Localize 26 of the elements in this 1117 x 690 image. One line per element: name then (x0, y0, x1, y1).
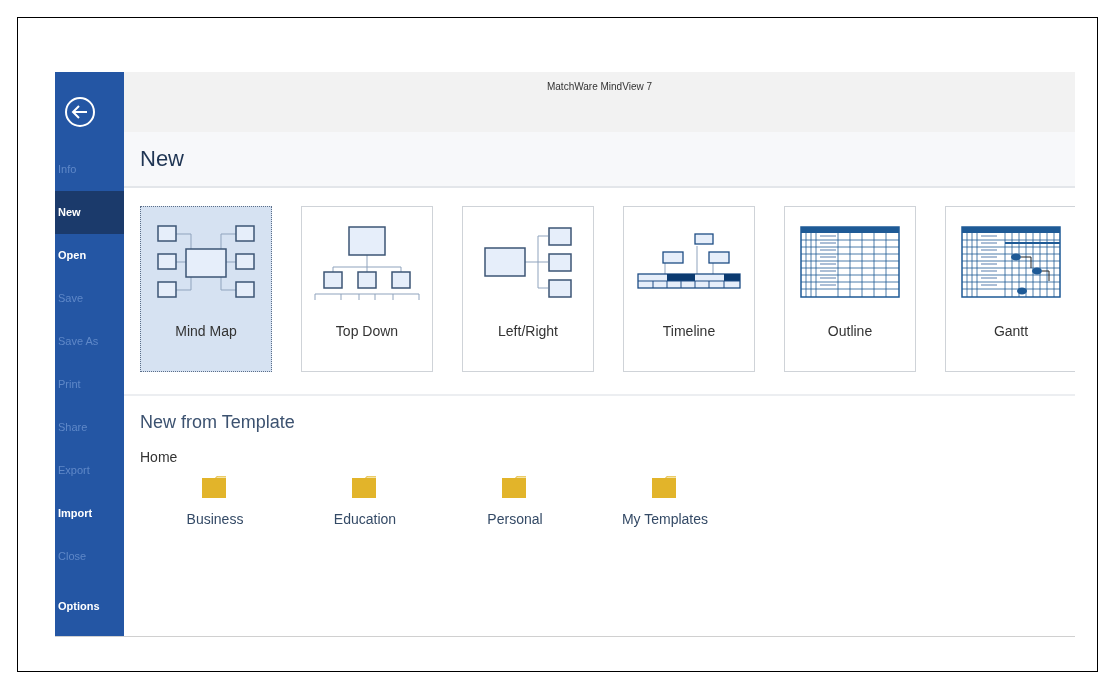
view-card[interactable]: Outline (784, 206, 916, 372)
folder-icon (651, 475, 677, 499)
breadcrumb: Home (140, 449, 179, 465)
view-card[interactable]: Timeline (623, 206, 755, 372)
folder-icon (501, 475, 527, 499)
view-card[interactable]: Mind Map (140, 206, 272, 372)
gantt-chart-icon (961, 226, 1061, 298)
timeline-icon (637, 232, 741, 292)
view-card[interactable]: Left/Right (462, 206, 594, 372)
folder-icon (201, 475, 227, 499)
template-folder[interactable]: Business (140, 475, 290, 527)
sidebar-item[interactable]: New (55, 191, 124, 234)
template-folder[interactable]: My Templates (590, 475, 740, 527)
back-icon[interactable] (64, 96, 96, 128)
sidebar-item[interactable]: Open (55, 234, 124, 277)
sidebar-item[interactable]: Options (55, 585, 124, 628)
section-title: New from Template (140, 412, 296, 433)
outline-table-icon (800, 226, 900, 298)
folder-icon (351, 475, 377, 499)
sidebar-item[interactable]: Import (55, 492, 124, 535)
page-title: New (140, 146, 184, 172)
window-title: MatchWare MindView 7 (546, 81, 652, 94)
template-folder[interactable]: Education (290, 475, 440, 527)
view-card[interactable]: Top Down (301, 206, 433, 372)
template-folder[interactable]: Personal (440, 475, 590, 527)
view-card[interactable]: Gantt (945, 206, 1075, 372)
